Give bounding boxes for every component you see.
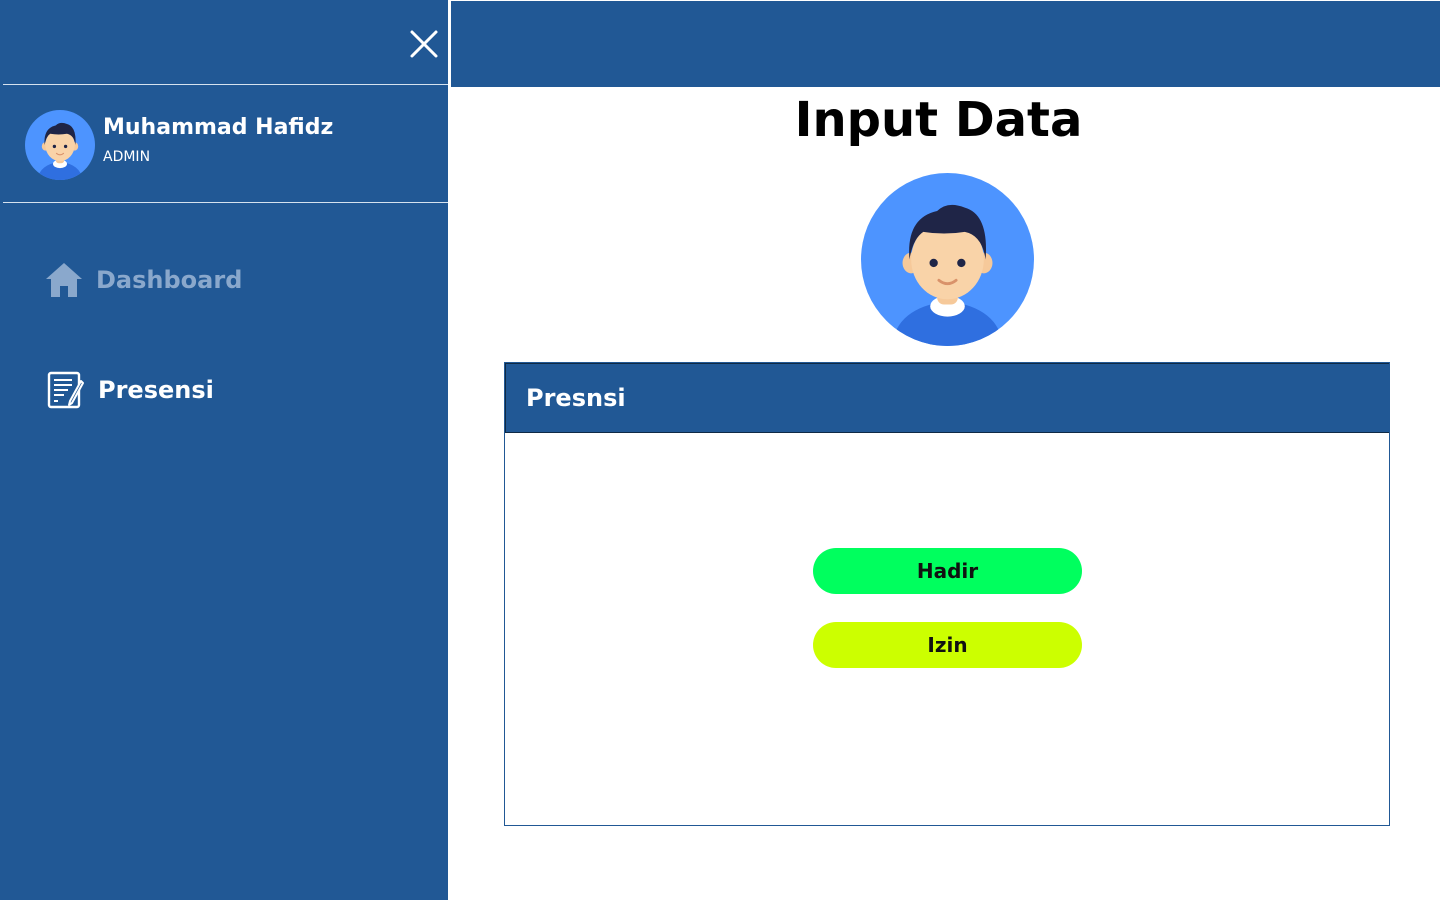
page-title: Input Data	[451, 92, 1440, 148]
hadir-button-label: Hadir	[916, 559, 979, 583]
user-avatar-icon	[25, 110, 95, 180]
page-title-text: Input Data	[794, 92, 1083, 148]
sidebar-item-presensi[interactable]: Presensi	[46, 368, 214, 412]
hadir-button[interactable]: Hadir	[813, 548, 1082, 594]
home-icon	[46, 263, 82, 297]
close-icon[interactable]	[407, 27, 441, 61]
document-edit-icon	[47, 371, 84, 409]
sidebar-item-label: Presensi	[98, 376, 214, 404]
izin-button-label: Izin	[927, 633, 968, 657]
sidebar-item-dashboard[interactable]: Dashboard	[44, 258, 242, 302]
card-title: Presnsi	[526, 384, 626, 412]
sidebar-item-label: Dashboard	[96, 266, 243, 294]
user-name: Muhammad Hafidz	[103, 115, 334, 140]
sidebar-header	[3, 0, 448, 85]
user-role: ADMIN	[103, 149, 151, 165]
card-header: Presnsi	[505, 363, 1389, 433]
user-avatar-icon	[861, 173, 1034, 346]
sidebar: Muhammad Hafidz ADMIN Dashboard Presensi	[0, 0, 448, 900]
top-header-bar	[451, 1, 1440, 87]
presensi-card: Presnsi Hadir Izin	[504, 362, 1390, 826]
user-profile: Muhammad Hafidz ADMIN	[3, 85, 448, 203]
izin-button[interactable]: Izin	[813, 622, 1082, 668]
